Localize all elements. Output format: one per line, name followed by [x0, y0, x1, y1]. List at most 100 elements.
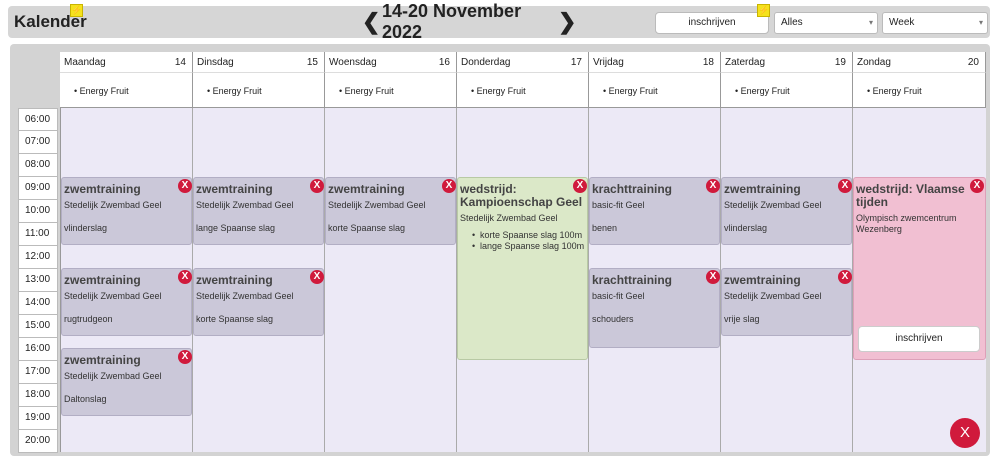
time-label: 17:00 [18, 361, 58, 384]
allday-event[interactable]: • Energy Fruit [721, 73, 853, 108]
remove-event-icon[interactable]: X [310, 270, 324, 284]
event-location: Stedelijk Zwembad Geel [328, 200, 426, 210]
chevron-down-icon: ▾ [868, 18, 873, 27]
event-card[interactable]: krachttraining basic-fit Geel schouders [589, 268, 720, 348]
remove-event-icon[interactable]: X [178, 270, 192, 284]
time-label: 20:00 [18, 430, 58, 453]
allday-event-label: • Energy Fruit [603, 86, 658, 96]
event-card-competition[interactable]: wedstrijd: Kampioenschap Geel Stedelijk … [457, 177, 588, 360]
event-card[interactable]: zwemtraining Stedelijk Zwembad Geel kort… [325, 177, 456, 245]
event-card[interactable]: zwemtraining Stedelijk Zwembad Geel kort… [193, 268, 324, 336]
event-detail: lange Spaanse slag [196, 223, 276, 233]
filter-select[interactable]: Alles ▾ [774, 12, 878, 34]
allday-event[interactable]: • Energy Fruit [853, 73, 986, 108]
event-location: Olympisch zwemcentrum Wezenberg [856, 213, 957, 234]
remove-event-icon[interactable]: X [310, 179, 324, 193]
remove-event-icon[interactable]: X [442, 179, 456, 193]
event-title: zwemtraining [724, 273, 801, 287]
remove-event-icon[interactable]: X [706, 179, 720, 193]
allday-event[interactable]: • Energy Fruit [457, 73, 589, 108]
event-items: korte Spaanse slag 100m lange Spaanse sl… [472, 230, 587, 252]
remove-event-icon[interactable]: X [838, 179, 852, 193]
day-name: Zaterdag [725, 57, 766, 68]
chevron-right-icon[interactable]: ❯ [558, 11, 576, 33]
day-header-sunday[interactable]: Zondag 20 [853, 52, 986, 73]
event-title: zwemtraining [724, 182, 801, 196]
time-label: 13:00 [18, 269, 58, 292]
event-detail: schouders [592, 314, 634, 324]
day-header-friday[interactable]: Vrijdag 18 [589, 52, 721, 73]
remove-event-icon[interactable]: X [970, 179, 984, 193]
event-card[interactable]: krachttraining basic-fit Geel benen [589, 177, 720, 245]
chevron-left-icon[interactable]: ❮ [362, 11, 380, 33]
day-header-monday[interactable]: Maandag 14 [60, 52, 193, 73]
view-select-value: Week [889, 17, 915, 28]
event-title: zwemtraining [64, 182, 141, 196]
event-location: Stedelijk Zwembad Geel [724, 200, 822, 210]
day-header-saturday[interactable]: Zaterdag 19 [721, 52, 853, 73]
day-number: 16 [438, 57, 450, 68]
event-location: Stedelijk Zwembad Geel [64, 291, 162, 301]
day-number: 18 [702, 57, 714, 68]
event-card[interactable]: zwemtraining Stedelijk Zwembad Geel rugt… [61, 268, 192, 336]
time-column: 06:00 07:00 08:00 09:00 10:00 11:00 12:0… [18, 108, 58, 453]
time-label: 09:00 [18, 177, 58, 200]
time-label: 06:00 [18, 108, 58, 131]
view-select[interactable]: Week ▾ [882, 12, 988, 34]
time-label: 14:00 [18, 292, 58, 315]
event-card[interactable]: zwemtraining Stedelijk Zwembad Geel lang… [193, 177, 324, 245]
event-title: zwemtraining [196, 182, 273, 196]
event-card[interactable]: zwemtraining Stedelijk Zwembad Geel vlin… [61, 177, 192, 245]
event-location: Stedelijk Zwembad Geel [64, 200, 162, 210]
day-number: 17 [570, 57, 582, 68]
remove-event-icon[interactable]: X [838, 270, 852, 284]
close-icon[interactable]: X [950, 418, 980, 448]
event-detail: benen [592, 223, 618, 233]
event-detail: Daltonslag [64, 394, 107, 404]
column-divider [324, 108, 325, 452]
remove-event-icon[interactable]: X [573, 179, 587, 193]
remove-event-icon[interactable]: X [178, 350, 192, 364]
event-location: Stedelijk Zwembad Geel [460, 213, 558, 223]
event-title: krachttraining [592, 182, 673, 196]
remove-event-icon[interactable]: X [706, 270, 720, 284]
day-name: Maandag [64, 57, 106, 68]
time-label: 10:00 [18, 200, 58, 223]
allday-event[interactable]: • Energy Fruit [60, 73, 193, 108]
event-location: Stedelijk Zwembad Geel [196, 291, 294, 301]
event-title: zwemtraining [64, 273, 141, 287]
event-card[interactable]: zwemtraining Stedelijk Zwembad Geel Dalt… [61, 348, 192, 416]
day-name: Dinsdag [197, 57, 234, 68]
remove-event-icon[interactable]: X [178, 179, 192, 193]
day-number: 19 [834, 57, 846, 68]
allday-event-label: • Energy Fruit [471, 86, 526, 96]
allday-event-label: • Energy Fruit [207, 86, 262, 96]
day-header-wednesday[interactable]: Woensdag 16 [325, 52, 457, 73]
event-detail: korte Spaanse slag [196, 314, 274, 324]
event-title: zwemtraining [196, 273, 273, 287]
time-label: 12:00 [18, 246, 58, 269]
day-name: Vrijdag [593, 57, 624, 68]
event-register-button[interactable]: inschrijven [858, 326, 980, 352]
allday-event[interactable]: • Energy Fruit [589, 73, 721, 108]
event-card[interactable]: zwemtraining Stedelijk Zwembad Geel vlin… [721, 177, 852, 245]
day-header-thursday[interactable]: Donderdag 17 [457, 52, 589, 73]
time-label: 15:00 [18, 315, 58, 338]
event-title: wedstrijd: Vlaamse tijden [856, 182, 965, 209]
day-name: Woensdag [329, 57, 377, 68]
event-card[interactable]: zwemtraining Stedelijk Zwembad Geel vrij… [721, 268, 852, 336]
allday-event[interactable]: • Energy Fruit [193, 73, 325, 108]
register-button[interactable]: inschrijven [655, 12, 769, 34]
event-title: zwemtraining [328, 182, 405, 196]
time-label: 08:00 [18, 154, 58, 177]
day-header-tuesday[interactable]: Dinsdag 15 [193, 52, 325, 73]
allday-event-label: • Energy Fruit [339, 86, 394, 96]
day-number: 15 [306, 57, 318, 68]
event-detail: korte Spaanse slag [328, 223, 406, 233]
time-label: 19:00 [18, 407, 58, 430]
event-location: basic-fit Geel [592, 200, 645, 210]
chevron-down-icon: ▾ [978, 18, 983, 27]
week-label: 14-20 November 2022 [382, 1, 522, 42]
allday-event[interactable]: • Energy Fruit [325, 73, 457, 108]
week-navigation: ❮ 14-20 November 2022 ❯ [362, 1, 576, 42]
